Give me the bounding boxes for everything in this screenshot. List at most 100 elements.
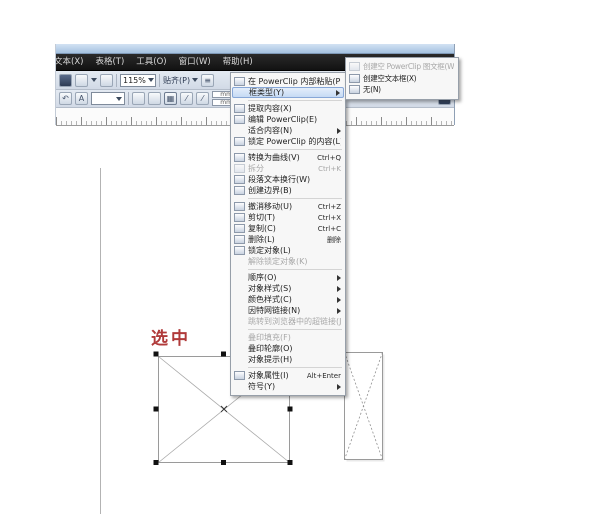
menuitem-object-properties[interactable]: 对象属性(I) Alt+Enter — [232, 370, 344, 381]
menu-item-label: 创建空 PowerClip 图文框(W) — [363, 62, 454, 72]
menu-icon-spacer — [234, 333, 245, 342]
lock-icon — [234, 246, 245, 255]
menu-separator — [248, 269, 342, 270]
menu-item-shortcut: Ctrl+C — [317, 224, 341, 233]
menu-table[interactable]: 表格(T) — [89, 54, 130, 70]
import-icon[interactable] — [59, 73, 72, 87]
canvas-text-object[interactable]: 选中 — [151, 324, 191, 349]
menuitem-convert-to-curves[interactable]: 转换为曲线(V) Ctrl+Q — [232, 152, 344, 163]
context-menu: 在 PowerClip 内部粘贴(P)... 框类型(Y) 提取内容(X) 编辑 Po… — [230, 72, 346, 396]
menuitem-copy[interactable]: 复制(C) Ctrl+C — [232, 223, 344, 234]
menuitem-lock-powerclip-contents[interactable]: 锁定 PowerClip 的内容(L) — [232, 136, 344, 147]
none-icon — [349, 85, 360, 95]
paste-icon — [234, 77, 245, 86]
powerclip-frame-icon — [349, 62, 360, 72]
menuitem-extract-contents[interactable]: 提取内容(X) — [232, 103, 344, 114]
menu-item-label: 因特网链接(N) — [248, 306, 301, 315]
menuitem-delete[interactable]: 删除(L) 删除 — [232, 234, 344, 245]
menuitem-lock-object[interactable]: 锁定对象(L) — [232, 245, 344, 256]
menuitem-cut[interactable]: 剪切(T) Ctrl+X — [232, 212, 344, 223]
text-style-icon[interactable]: A — [75, 92, 88, 105]
menu-item-label: 删除(L) — [248, 235, 275, 244]
rotate-icon[interactable]: ↶ — [59, 92, 72, 105]
submenu-arrow-icon — [337, 127, 341, 134]
submenu-arrow-icon — [337, 307, 341, 314]
undo-icon — [234, 202, 245, 211]
menuitem-symbol[interactable]: 符号(Y) — [232, 381, 344, 392]
mirror-vertical-icon[interactable] — [148, 92, 161, 105]
menuitem-edit-powerclip[interactable]: 编辑 PowerClip(E) — [232, 114, 344, 125]
mirror-horizontal-icon[interactable] — [132, 92, 145, 105]
menuitem-frame-type[interactable]: 框类型(Y) — [232, 87, 344, 98]
menu-item-label: 跳转到浏览器中的超链接(J) — [248, 317, 341, 326]
menuitem-paste-into-powerclip[interactable]: 在 PowerClip 内部粘贴(P)... — [232, 76, 344, 87]
menuitem-order[interactable]: 顺序(O) — [232, 272, 344, 283]
menu-item-label: 颜色样式(C) — [248, 295, 292, 304]
empty-powerclip-frame-right[interactable] — [344, 352, 385, 462]
menu-item-shortcut: 删除 — [327, 235, 341, 244]
snap-dropdown[interactable]: 贴齐(P) — [163, 75, 199, 86]
menu-help[interactable]: 帮助(H) — [217, 54, 259, 70]
title-bar — [56, 44, 454, 54]
menuitem-undo-move[interactable]: 撤消移动(U) Ctrl+Z — [232, 201, 344, 212]
menuitem-create-boundary[interactable]: 创建边界(B) — [232, 185, 344, 196]
toolbar-separator — [159, 73, 160, 87]
menu-item-label: 提取内容(X) — [248, 104, 292, 113]
menu-icon-spacer — [234, 284, 245, 293]
menu-item-label: 段落文本换行(W) — [248, 175, 311, 184]
menu-separator — [248, 329, 342, 330]
menu-icon-spacer — [234, 382, 245, 391]
menu-item-label: 创建边界(B) — [248, 186, 292, 195]
menuitem-unlock-object: 解除锁定对象(K) — [232, 256, 344, 267]
menuitem-object-hinting[interactable]: 对象提示(H) — [232, 354, 344, 365]
menuitem-color-styles[interactable]: 颜色样式(C) — [232, 294, 344, 305]
property-combo[interactable] — [91, 92, 125, 105]
application-launcher-icon[interactable] — [100, 73, 113, 87]
menu-item-label: 锁定 PowerClip 的内容(L) — [248, 137, 341, 146]
menuitem-internet-links[interactable]: 因特网链接(N) — [232, 305, 344, 316]
convert-curves-icon — [234, 153, 245, 162]
menu-icon-spacer — [234, 257, 245, 266]
menu-icon-spacer — [234, 295, 245, 304]
menuitem-object-styles[interactable]: 对象样式(S) — [232, 283, 344, 294]
menu-icon-spacer — [234, 344, 245, 353]
menu-item-label: 对象样式(S) — [248, 284, 292, 293]
break-apart-icon — [234, 164, 245, 173]
menu-item-label: 无(N) — [363, 85, 381, 95]
menu-item-label: 叠印轮廓(O) — [248, 344, 293, 353]
chevron-down-icon — [116, 96, 122, 101]
menuitem-create-empty-powerclip-frame: 创建空 PowerClip 图文框(W) — [347, 61, 457, 73]
menuitem-wrap-paragraph-text[interactable]: 段落文本换行(W) — [232, 174, 344, 185]
chevron-down-icon — [192, 78, 199, 82]
menu-text[interactable]: 文本(X) — [56, 54, 89, 70]
menu-separator — [248, 149, 342, 150]
submenu-arrow-icon — [337, 296, 341, 303]
menu-tools[interactable]: 工具(O) — [130, 54, 172, 70]
frame-grid-icon[interactable]: ▦ — [164, 92, 177, 105]
menu-item-label: 复制(C) — [248, 224, 276, 233]
zoom-level-combo[interactable]: 115% — [120, 73, 156, 87]
menu-item-shortcut: Alt+Enter — [306, 371, 341, 380]
menuitem-jump-to-hyperlink: 跳转到浏览器中的超链接(J) — [232, 316, 344, 327]
export-icon[interactable] — [75, 73, 88, 87]
menuitem-overprint-outline[interactable]: 叠印轮廓(O) — [232, 343, 344, 354]
submenu-arrow-icon — [337, 285, 341, 292]
menuitem-none-frame-type[interactable]: 无(N) — [347, 84, 457, 96]
menuitem-break-apart: 拆分 Ctrl+K — [232, 163, 344, 174]
skew-icon[interactable]: ⁄ — [180, 92, 193, 105]
cut-icon — [234, 213, 245, 222]
toolbar-separator — [116, 73, 117, 87]
menu-item-label: 锁定对象(L) — [248, 246, 291, 255]
toolbar-caret-icon[interactable] — [91, 78, 97, 82]
menuitem-create-empty-text-frame[interactable]: 创建空文本框(X) — [347, 73, 457, 85]
options-icon[interactable]: ≡ — [201, 73, 215, 87]
menu-separator — [248, 100, 342, 101]
text-frame-icon — [349, 73, 360, 83]
edit-powerclip-icon — [234, 115, 245, 124]
menu-item-label: 撤消移动(U) — [248, 202, 293, 211]
menu-window[interactable]: 窗口(W) — [173, 54, 217, 70]
menu-item-label: 框类型(Y) — [249, 88, 285, 97]
menuitem-fit-contents[interactable]: 适合内容(N) — [232, 125, 344, 136]
menu-item-label: 编辑 PowerClip(E) — [248, 115, 318, 124]
corner-icon[interactable]: ⁄ — [196, 92, 209, 105]
